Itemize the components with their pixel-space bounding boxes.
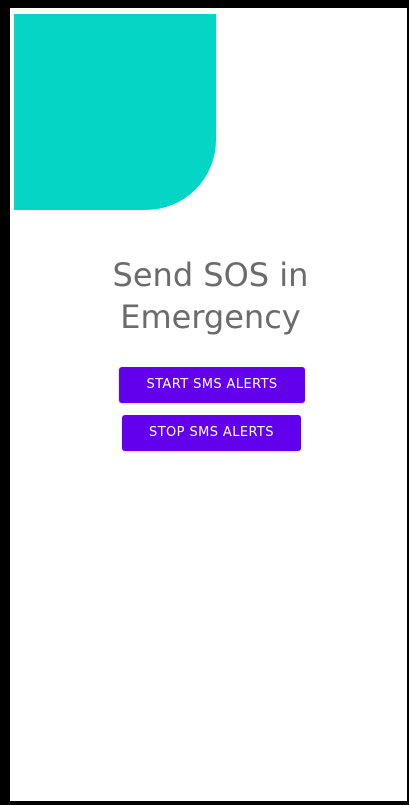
app-screen: Send SOS in Emergency START SMS ALERTS S… <box>14 14 407 801</box>
page-title-line-2: Emergency <box>120 298 301 336</box>
stop-sms-alerts-button[interactable]: STOP SMS ALERTS <box>122 415 301 451</box>
start-sms-alerts-button[interactable]: START SMS ALERTS <box>119 367 305 403</box>
page-title-line-1: Send SOS in <box>112 256 309 294</box>
decorative-corner-shape <box>14 14 216 210</box>
page-title: Send SOS in Emergency <box>14 254 407 338</box>
device-frame: Send SOS in Emergency START SMS ALERTS S… <box>0 0 409 805</box>
